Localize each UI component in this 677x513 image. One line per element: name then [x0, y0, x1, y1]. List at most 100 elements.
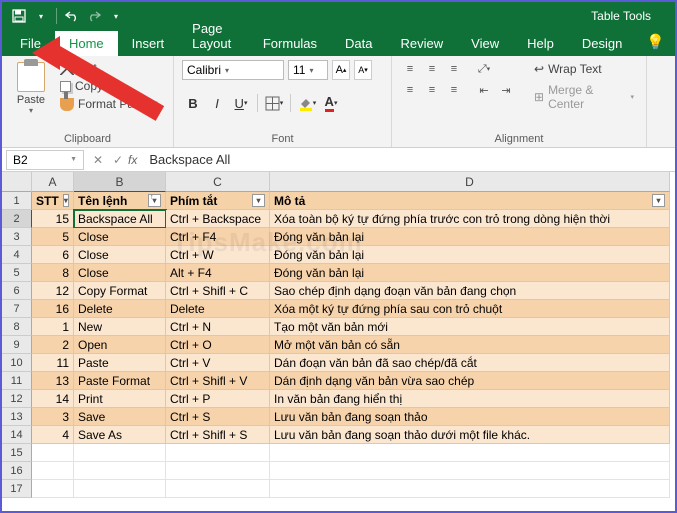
cell[interactable]: 4 [32, 426, 74, 444]
cell[interactable]: Delete [166, 300, 270, 318]
cell[interactable]: Ctrl + Shifl + C [166, 282, 270, 300]
col-header[interactable]: B [74, 172, 166, 192]
cell[interactable]: Ctrl + Shifl + V [166, 372, 270, 390]
row-header[interactable]: 9 [2, 336, 32, 354]
filter-dropdown-icon[interactable]: ▾ [63, 194, 69, 207]
filter-dropdown-icon[interactable]: ▾↑ [148, 194, 161, 207]
cell[interactable]: Print [74, 390, 166, 408]
tab-page-layout[interactable]: Page Layout [178, 16, 249, 56]
cell[interactable]: 3 [32, 408, 74, 426]
row-header[interactable]: 13 [2, 408, 32, 426]
row-header[interactable]: 14 [2, 426, 32, 444]
tab-help[interactable]: Help [513, 31, 568, 56]
cell[interactable] [270, 444, 670, 462]
filter-dropdown-icon[interactable]: ▾ [652, 194, 665, 207]
row-header[interactable]: 10 [2, 354, 32, 372]
cell[interactable]: Đóng văn bản lại [270, 264, 670, 282]
increase-font-button[interactable]: A▴ [332, 60, 350, 80]
cell[interactable] [32, 444, 74, 462]
cell[interactable]: Xóa toàn bộ ký tự đứng phía trước con tr… [270, 210, 670, 228]
customize-qat-icon[interactable]: ▾ [105, 5, 127, 27]
tab-file[interactable]: File [6, 31, 55, 56]
copy-button[interactable]: Copy▾ [58, 78, 159, 94]
cell[interactable]: 11 [32, 354, 74, 372]
cell[interactable]: Paste Format [74, 372, 166, 390]
cell[interactable] [166, 444, 270, 462]
cell[interactable] [166, 462, 270, 480]
paste-button[interactable]: Paste ▾ [10, 60, 52, 115]
col-header[interactable]: D [270, 172, 670, 192]
cell[interactable] [270, 480, 670, 498]
row-header[interactable]: 6 [2, 282, 32, 300]
cell[interactable]: New [74, 318, 166, 336]
row-header[interactable]: 17 [2, 480, 32, 498]
cell[interactable]: Ctrl + Shifl + S [166, 426, 270, 444]
formula-bar[interactable]: Backspace All [143, 150, 675, 169]
cell[interactable]: Ctrl + V [166, 354, 270, 372]
font-size-combo[interactable]: 11▾ [288, 60, 328, 80]
cell[interactable]: Tạo một văn bản mới [270, 318, 670, 336]
row-header[interactable]: 16 [2, 462, 32, 480]
cell[interactable] [270, 462, 670, 480]
cell[interactable]: Lưu văn bản đang soạn thảo [270, 408, 670, 426]
qat-dropdown-icon[interactable]: ▾ [30, 5, 52, 27]
cell[interactable]: 16 [32, 300, 74, 318]
name-box[interactable]: B2▼ [6, 150, 84, 170]
row-header[interactable]: 1 [2, 192, 32, 210]
font-color-button[interactable]: A▾ [320, 92, 342, 114]
cell[interactable]: Open [74, 336, 166, 354]
cell[interactable]: Đóng văn bản lại [270, 228, 670, 246]
header-cell[interactable]: Mô tả▾ [270, 192, 670, 210]
fx-icon[interactable]: fx [128, 153, 143, 167]
row-header[interactable]: 8 [2, 318, 32, 336]
tab-insert[interactable]: Insert [118, 31, 179, 56]
align-center-button[interactable]: ≡ [422, 81, 442, 99]
tab-design[interactable]: Design [568, 31, 636, 56]
cell[interactable]: Xóa một ký tự đứng phía sau con trỏ chuộ… [270, 300, 670, 318]
cell[interactable] [74, 480, 166, 498]
redo-icon[interactable] [83, 5, 105, 27]
cell[interactable]: Backspace All [74, 210, 166, 228]
format-painter-button[interactable]: Format Painter [58, 96, 159, 112]
cell[interactable]: Ctrl + W [166, 246, 270, 264]
cell[interactable]: Close [74, 228, 166, 246]
cell[interactable]: Ctrl + S [166, 408, 270, 426]
header-cell[interactable]: Phím tắt▾ [166, 192, 270, 210]
tab-home[interactable]: Home [55, 31, 118, 56]
row-header[interactable]: 11 [2, 372, 32, 390]
cell[interactable]: Sao chép định dạng đoạn văn bản đang chọ… [270, 282, 670, 300]
select-all-corner[interactable] [2, 172, 32, 192]
cell[interactable]: Save As [74, 426, 166, 444]
underline-button[interactable]: U▾ [230, 92, 252, 114]
cell[interactable]: In văn bản đang hiển thị [270, 390, 670, 408]
row-header[interactable]: 15 [2, 444, 32, 462]
header-cell[interactable]: STT▾ [32, 192, 74, 210]
cell[interactable]: Save [74, 408, 166, 426]
cell[interactable] [74, 462, 166, 480]
cell[interactable] [166, 480, 270, 498]
cell[interactable]: 1 [32, 318, 74, 336]
cut-button[interactable]: Cut [58, 60, 159, 76]
wrap-text-button[interactable]: ↩Wrap Text [530, 60, 638, 78]
tab-formulas[interactable]: Formulas [249, 31, 331, 56]
decrease-font-button[interactable]: A▾ [354, 60, 372, 80]
cell[interactable]: Delete [74, 300, 166, 318]
cell[interactable]: 15 [32, 210, 74, 228]
row-header[interactable]: 12 [2, 390, 32, 408]
font-name-combo[interactable]: Calibri▾ [182, 60, 284, 80]
borders-button[interactable]: ▾ [263, 92, 285, 114]
cell[interactable]: Close [74, 246, 166, 264]
align-right-button[interactable]: ≡ [444, 81, 464, 99]
row-header[interactable]: 3 [2, 228, 32, 246]
cell[interactable]: 2 [32, 336, 74, 354]
fill-color-button[interactable]: ▾ [296, 92, 318, 114]
cell[interactable]: 6 [32, 246, 74, 264]
row-header[interactable]: 2 [2, 210, 32, 228]
filter-dropdown-icon[interactable]: ▾ [252, 194, 265, 207]
align-top-button[interactable]: ≡ [400, 60, 420, 78]
cell[interactable]: Close [74, 264, 166, 282]
cell[interactable]: Dán định dạng văn bản vừa sao chép [270, 372, 670, 390]
bold-button[interactable]: B [182, 92, 204, 114]
col-header[interactable]: C [166, 172, 270, 192]
cell[interactable]: Ctrl + F4 [166, 228, 270, 246]
